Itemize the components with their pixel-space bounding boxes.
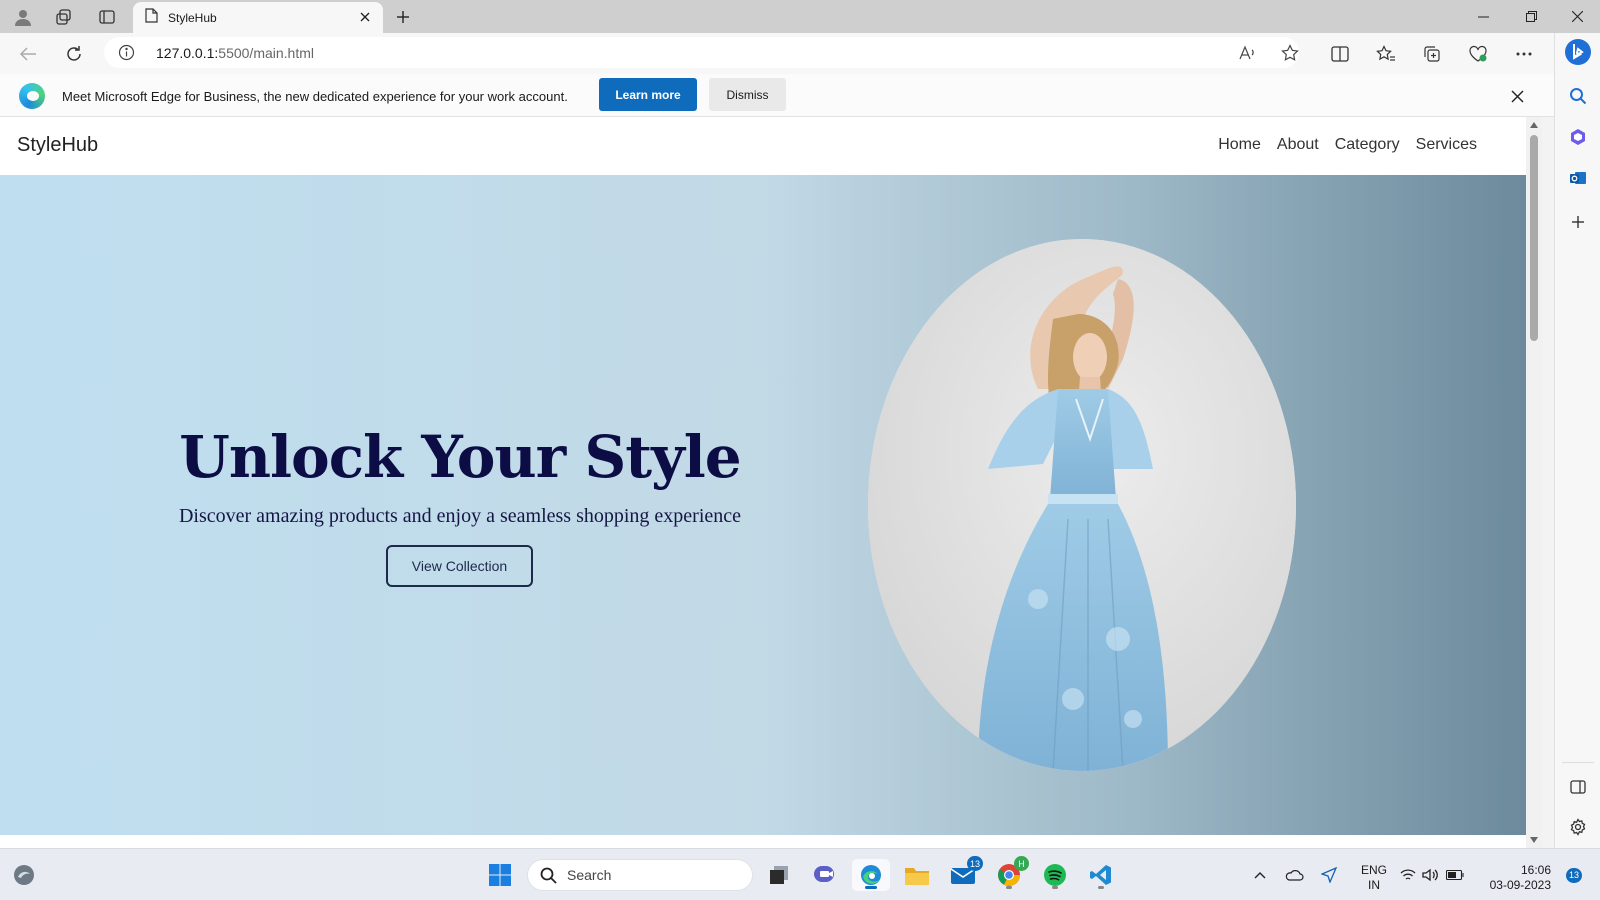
page-below-hero — [0, 835, 1526, 848]
edge-active-indicator — [865, 886, 877, 889]
url-path: 5500/main.html — [218, 45, 314, 61]
search-icon[interactable] — [1564, 82, 1592, 110]
back-button[interactable] — [14, 40, 42, 68]
edge-taskbar-icon[interactable] — [852, 859, 890, 891]
outlook-icon[interactable] — [1564, 164, 1592, 192]
clock[interactable]: 16:06 03-09-2023 — [1481, 863, 1551, 893]
clock-time: 16:06 — [1520, 863, 1551, 877]
mail-badge: 13 — [966, 856, 983, 871]
edge-sidebar — [1554, 33, 1600, 848]
tab-strip: StyleHub — [0, 0, 1600, 33]
site-brand[interactable]: StyleHub — [17, 134, 98, 157]
nav-link-category[interactable]: Category — [1335, 136, 1400, 154]
page-icon — [145, 7, 158, 28]
scroll-thumb[interactable] — [1530, 135, 1538, 341]
sidebar-divider — [1562, 762, 1594, 763]
url-host: 127.0.0.1: — [156, 45, 219, 61]
onedrive-icon[interactable] — [1281, 859, 1307, 891]
spotify-icon[interactable] — [1039, 859, 1071, 891]
file-explorer-icon[interactable] — [901, 859, 933, 891]
notification-count-badge: 13 — [1565, 867, 1582, 883]
nav-link-home[interactable]: Home — [1218, 136, 1261, 154]
hero-section: Unlock Your Style Discover amazing produ… — [0, 175, 1526, 835]
region-code: IN — [1368, 878, 1380, 892]
teams-chat-icon[interactable] — [809, 859, 841, 891]
restore-button[interactable] — [1508, 0, 1554, 33]
site-info-icon[interactable] — [118, 44, 135, 66]
mail-icon[interactable]: 13 — [947, 856, 983, 891]
edge-logo-icon — [19, 83, 45, 109]
language-indicator[interactable]: ENG IN — [1357, 863, 1391, 893]
profile-icon[interactable] — [10, 4, 36, 30]
settings-more-icon[interactable] — [1510, 40, 1538, 68]
collections-icon[interactable] — [1418, 40, 1446, 68]
site-nav-links: Home About Category Services — [1218, 136, 1477, 154]
scroll-up-arrow-icon[interactable] — [1529, 120, 1539, 130]
chrome-running-indicator — [1006, 886, 1012, 889]
dismiss-button[interactable]: Dismiss — [709, 78, 786, 111]
language-code: ENG — [1360, 863, 1387, 877]
show-hidden-icons-chevron-icon[interactable] — [1249, 859, 1271, 891]
location-send-icon[interactable] — [1317, 859, 1341, 891]
page-scrollbar[interactable] — [1526, 117, 1542, 848]
add-sidebar-icon[interactable] — [1564, 208, 1592, 236]
address-toolbar: 127.0.0.1:5500/main.html — [0, 33, 1554, 74]
taskbar-search-placeholder: Search — [567, 867, 612, 883]
hero-model-image — [868, 239, 1296, 771]
vscode-icon[interactable] — [1085, 859, 1117, 891]
widgets-icon[interactable] — [8, 859, 40, 891]
edge-business-infobar: Meet Microsoft Edge for Business, the ne… — [0, 74, 1554, 117]
chrome-icon[interactable]: H — [993, 856, 1029, 891]
site-navbar: StyleHub Home About Category Services — [0, 117, 1526, 175]
notification-center[interactable]: 13 — [1562, 859, 1586, 891]
url-text[interactable]: 127.0.0.1:5500/main.html — [156, 45, 314, 61]
favorites-icon[interactable] — [1372, 40, 1400, 68]
view-collection-button[interactable]: View Collection — [386, 545, 533, 587]
chrome-profile-badge: H — [1014, 856, 1029, 871]
windows-taskbar: Search 13 H ENG IN 16:06 03-09-2023 13 — [0, 848, 1600, 900]
sidebar-settings-gear-icon[interactable] — [1564, 813, 1592, 841]
infobar-message: Meet Microsoft Edge for Business, the ne… — [62, 89, 568, 104]
favorite-star-icon[interactable] — [1280, 43, 1300, 63]
page-viewport: StyleHub Home About Category Services Un… — [0, 117, 1526, 848]
vertical-tabs-icon[interactable] — [94, 4, 120, 30]
spotify-running-indicator — [1052, 886, 1058, 889]
read-aloud-icon[interactable] — [1238, 43, 1258, 63]
split-screen-icon[interactable] — [1326, 40, 1354, 68]
close-tab-icon[interactable] — [357, 9, 373, 25]
workspaces-icon[interactable] — [51, 4, 77, 30]
address-bar[interactable]: 127.0.0.1:5500/main.html — [104, 37, 1299, 68]
hide-sidebar-icon[interactable] — [1564, 773, 1592, 801]
clock-date: 03-09-2023 — [1489, 878, 1551, 892]
active-tab[interactable]: StyleHub — [133, 2, 383, 33]
bing-copilot-icon[interactable] — [1564, 38, 1592, 66]
nav-link-services[interactable]: Services — [1416, 136, 1477, 154]
wifi-icon[interactable] — [1398, 859, 1418, 891]
start-icon[interactable] — [484, 859, 516, 891]
vscode-running-indicator — [1098, 886, 1104, 889]
tab-title: StyleHub — [168, 10, 217, 25]
refresh-button[interactable] — [60, 40, 88, 68]
office-icon[interactable] — [1564, 123, 1592, 151]
volume-icon[interactable] — [1420, 859, 1440, 891]
hero-subtitle: Discover amazing products and enjoy a se… — [178, 505, 742, 527]
infobar-close-icon[interactable] — [1506, 85, 1528, 107]
close-window-button[interactable] — [1554, 0, 1600, 33]
browser-essentials-icon[interactable] — [1464, 40, 1492, 68]
scroll-down-arrow-icon[interactable] — [1529, 835, 1539, 845]
task-view-icon[interactable] — [763, 859, 795, 891]
battery-icon[interactable] — [1444, 859, 1466, 891]
learn-more-button[interactable]: Learn more — [599, 78, 697, 111]
nav-link-about[interactable]: About — [1277, 136, 1319, 154]
taskbar-search[interactable]: Search — [527, 859, 753, 891]
taskbar-search-icon — [540, 867, 557, 884]
minimize-button[interactable] — [1460, 0, 1506, 33]
new-tab-button[interactable] — [390, 4, 416, 30]
hero-title: Unlock Your Style — [179, 423, 741, 491]
